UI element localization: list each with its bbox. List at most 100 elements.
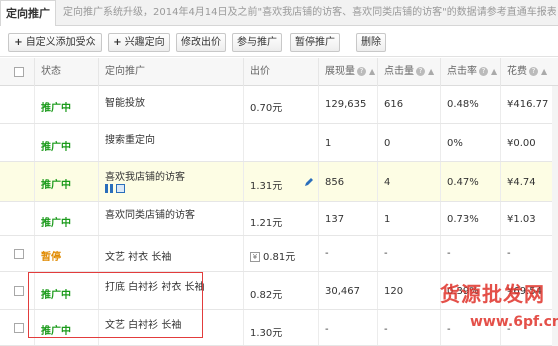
sort-icon[interactable]: ▲: [541, 67, 547, 76]
help-icon: ?: [529, 66, 538, 76]
checkbox-cell: [0, 236, 34, 271]
cost-cell: ¥4.74: [500, 162, 558, 201]
status-cell: 推广中: [34, 124, 98, 161]
col-cost[interactable]: 花费? ▲: [500, 58, 558, 86]
clicks-cell: 1: [377, 202, 440, 235]
ctr-cell: 0.48%: [440, 86, 500, 123]
row-checkbox[interactable]: [14, 286, 24, 296]
ctr-value: 0.73%: [447, 214, 479, 225]
target-cell: 搜索重定向: [98, 124, 243, 161]
select-all-checkbox[interactable]: [14, 67, 24, 77]
select-all-cell: [0, 58, 34, 86]
cost-value: -: [507, 248, 511, 259]
default-price-icon: ¥: [250, 252, 260, 262]
cost-value: ¥0.00: [507, 138, 536, 149]
pencil-icon[interactable]: [304, 177, 314, 187]
system-notice: 定向推广系统升级，2014年4月14日及之前"喜欢我店铺的访客、喜欢同类店铺的访…: [63, 7, 556, 18]
status-cell: 推广中: [34, 86, 98, 123]
impressions-cell: 137: [318, 202, 377, 235]
sort-icon[interactable]: ▲: [491, 67, 497, 76]
vertical-scrollbar[interactable]: [552, 86, 558, 346]
status-badge: 推广中: [41, 103, 71, 114]
row-checkbox[interactable]: [14, 323, 24, 333]
status-cell: 暂停: [34, 236, 98, 271]
bid-value-wrap: ¥0.81元: [250, 248, 295, 263]
watermark-text: 货源批发网: [440, 282, 545, 306]
toolbar: + 自定义添加受众 + 兴趣定向 修改出价 参与推广 暂停推广 删除: [0, 27, 558, 57]
impressions-cell: 129,635: [318, 86, 377, 123]
impressions-value: 129,635: [325, 99, 367, 110]
table-row[interactable]: 暂停 文艺 衬衣 长袖 ¥0.81元 - - - -: [0, 236, 558, 272]
cost-value: ¥4.74: [507, 177, 536, 188]
table-row[interactable]: 推广中 喜欢同类店铺的访客 1.21元 137 1 0.73% ¥1.03: [0, 202, 558, 236]
bid-cell: 1.21元: [243, 202, 318, 235]
col-ctr-label: 点击率: [447, 66, 477, 77]
report-icon[interactable]: [116, 184, 125, 193]
col-target: 定向推广: [98, 58, 243, 86]
col-clicks[interactable]: 点击量? ▲: [377, 58, 440, 86]
checkbox-cell: [0, 202, 34, 235]
target-name[interactable]: 智能投放: [105, 94, 145, 109]
clicks-cell: -: [377, 236, 440, 271]
sort-icon[interactable]: ▲: [369, 67, 375, 76]
help-icon: ?: [357, 66, 366, 76]
help-icon: ?: [416, 66, 425, 76]
status-badge: 推广中: [41, 326, 71, 337]
bid-value: 1.30元: [250, 328, 283, 339]
ctr-cell: 0%: [440, 124, 500, 161]
impressions-cell: 1: [318, 124, 377, 161]
tab-targeted-promotion[interactable]: 定向推广: [0, 0, 56, 26]
impressions-value: -: [325, 324, 329, 335]
pause-icon[interactable]: [105, 184, 113, 193]
target-name[interactable]: 文艺 衬衣 长袖: [105, 248, 171, 263]
custom-add-audience-button[interactable]: + 自定义添加受众: [8, 33, 102, 52]
clicks-value: 616: [384, 99, 404, 110]
target-name[interactable]: 喜欢同类店铺的访客: [105, 206, 195, 221]
bid-value: 0.81元: [263, 252, 296, 263]
col-clicks-label: 点击量: [384, 66, 414, 77]
join-promotion-button[interactable]: 参与推广: [232, 33, 282, 52]
target-name[interactable]: 搜索重定向: [105, 131, 155, 146]
status-badge: 暂停: [41, 252, 61, 263]
table-row[interactable]: 推广中 智能投放 0.70元 129,635 616 0.48% ¥416.77: [0, 86, 558, 124]
col-ctr[interactable]: 点击率? ▲: [440, 58, 500, 86]
target-cell: 喜欢我店铺的访客: [98, 162, 243, 201]
ctr-value: 0.47%: [447, 177, 479, 188]
plus-icon: +: [113, 37, 122, 48]
checkbox-cell: [0, 124, 34, 161]
pause-promotion-button[interactable]: 暂停推广: [290, 33, 340, 52]
bid-value: 0.70元: [250, 103, 283, 114]
status-badge: 推广中: [41, 218, 71, 229]
impressions-value: 1: [325, 138, 332, 149]
clicks-value: -: [384, 324, 388, 335]
table-row[interactable]: 推广中 喜欢我店铺的访客 1.31元 856 4 0.47% ¥4.74: [0, 162, 558, 202]
ctr-cell: 0.47%: [440, 162, 500, 201]
cost-cell: ¥416.77: [500, 86, 558, 123]
interest-targeting-button[interactable]: + 兴趣定向: [108, 33, 170, 52]
status-cell: 推广中: [34, 162, 98, 201]
edit-bid-button[interactable]: 修改出价: [176, 33, 226, 52]
watermark-url: www.6pf.cn: [470, 314, 558, 330]
clicks-value: 4: [384, 177, 391, 188]
sort-icon[interactable]: ▲: [428, 67, 434, 76]
ctr-cell: -: [440, 236, 500, 271]
col-impressions[interactable]: 展现量? ▲: [318, 58, 377, 86]
target-name[interactable]: 文艺 白衬衫 长袖: [105, 316, 181, 331]
ctr-value: -: [447, 248, 451, 259]
status-cell: 推广中: [34, 310, 98, 345]
custom-add-audience-label: 自定义添加受众: [25, 37, 96, 48]
bid-value: 0.82元: [250, 290, 283, 301]
ctr-value: 0.48%: [447, 99, 479, 110]
cost-value: ¥1.03: [507, 214, 536, 225]
table-row[interactable]: 推广中 搜索重定向 1 0 0% ¥0.00: [0, 124, 558, 162]
target-name[interactable]: 打底 白衬衫 衬衣 长袖: [105, 278, 205, 293]
ctr-value: 0%: [447, 138, 463, 149]
row-checkbox[interactable]: [14, 249, 24, 259]
tab-bar: 定向推广 定向推广系统升级，2014年4月14日及之前"喜欢我店铺的访客、喜欢同…: [0, 0, 558, 26]
delete-button[interactable]: 删除: [356, 33, 386, 52]
status-cell: 推广中: [34, 272, 98, 309]
cost-cell: ¥1.03: [500, 202, 558, 235]
target-name[interactable]: 喜欢我店铺的访客: [105, 168, 185, 183]
bid-value: 1.31元: [250, 181, 283, 192]
clicks-value: 0: [384, 138, 391, 149]
